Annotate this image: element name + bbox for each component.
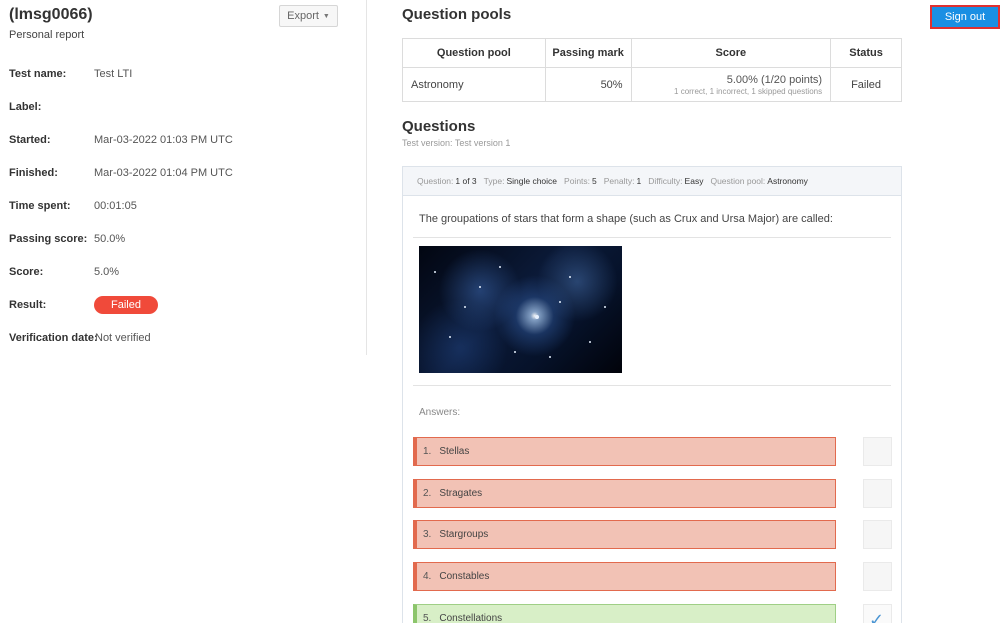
- report-sidebar: (lmsg0066) Personal report Export ▼ Test…: [0, 0, 367, 355]
- score-value: 5.00% (1/20 points): [726, 73, 823, 86]
- info-passing-score: Passing score: 50.0%: [9, 233, 126, 245]
- info-label: Label:: [9, 101, 42, 113]
- questions-heading: Questions: [402, 118, 476, 135]
- caret-down-icon: ▼: [322, 12, 330, 20]
- column-header: Status: [830, 38, 902, 68]
- info-started: Started: Mar-03-2022 01:03 PM UTC: [9, 134, 233, 146]
- export-button[interactable]: Export ▼: [279, 5, 338, 27]
- info-result: Result: Failed: [9, 296, 158, 314]
- table-row: Astronomy 50% 5.00% (1/20 points) 1 corr…: [402, 67, 902, 102]
- answer-option: 2. Stragates: [413, 479, 836, 508]
- report-subtitle: Personal report: [9, 29, 85, 41]
- result-status-badge: Failed: [94, 296, 158, 314]
- export-label: Export: [287, 10, 319, 22]
- question-pools-heading: Question pools: [402, 6, 512, 23]
- question-card: Question: 1 of 3 Type: Single choice Point…: [402, 166, 902, 623]
- score-detail: 1 correct, 1 incorrect, 1 skipped questi…: [674, 86, 823, 96]
- user-id-title: (lmsg0066): [9, 6, 93, 23]
- divider: [413, 237, 891, 238]
- answer-option: 3. Stargroups: [413, 520, 836, 549]
- score-cell: 5.00% (1/20 points) 1 correct, 1 incorre…: [630, 67, 832, 102]
- info-time-spent: Time spent: 00:01:05: [9, 200, 137, 212]
- answer-checkbox: [863, 520, 892, 549]
- answer-option: 4. Constables: [413, 562, 836, 591]
- answer-checkbox: [863, 479, 892, 508]
- table-header-row: Question pool Passing mark Score Status: [402, 38, 902, 68]
- passing-mark-cell: 50%: [544, 67, 632, 102]
- question-text: The groupations of stars that form a sha…: [419, 213, 833, 225]
- answer-option: 1. Stellas: [413, 437, 836, 466]
- test-version-label: Test version: Test version 1: [402, 138, 511, 148]
- sign-out-button[interactable]: Sign out: [930, 5, 1000, 29]
- check-icon: ✓: [869, 610, 885, 623]
- info-finished: Finished: Mar-03-2022 01:04 PM UTC: [9, 167, 233, 179]
- info-score: Score: 5.0%: [9, 266, 120, 278]
- column-header: Passing mark: [544, 38, 632, 68]
- column-header: Score: [630, 38, 832, 68]
- pool-name-cell: Astronomy: [402, 67, 546, 102]
- answer-checkbox: [863, 562, 892, 591]
- galaxy-image: [419, 246, 622, 373]
- question-meta-bar: Question: 1 of 3 Type: Single choice Point…: [403, 167, 901, 196]
- info-test-name: Test name: Test LTI: [9, 68, 133, 80]
- answer-option-correct: 5. Constellations: [413, 604, 836, 623]
- answer-checkbox: [863, 437, 892, 466]
- answers-label: Answers:: [419, 407, 461, 418]
- divider: [413, 385, 891, 386]
- status-cell: Failed: [830, 67, 902, 102]
- question-pools-table: Question pool Passing mark Score Status …: [402, 38, 902, 102]
- info-verification-date: Verification date: Not verified: [9, 332, 151, 344]
- answer-checkbox-selected: ✓: [863, 604, 892, 623]
- column-header: Question pool: [402, 38, 546, 68]
